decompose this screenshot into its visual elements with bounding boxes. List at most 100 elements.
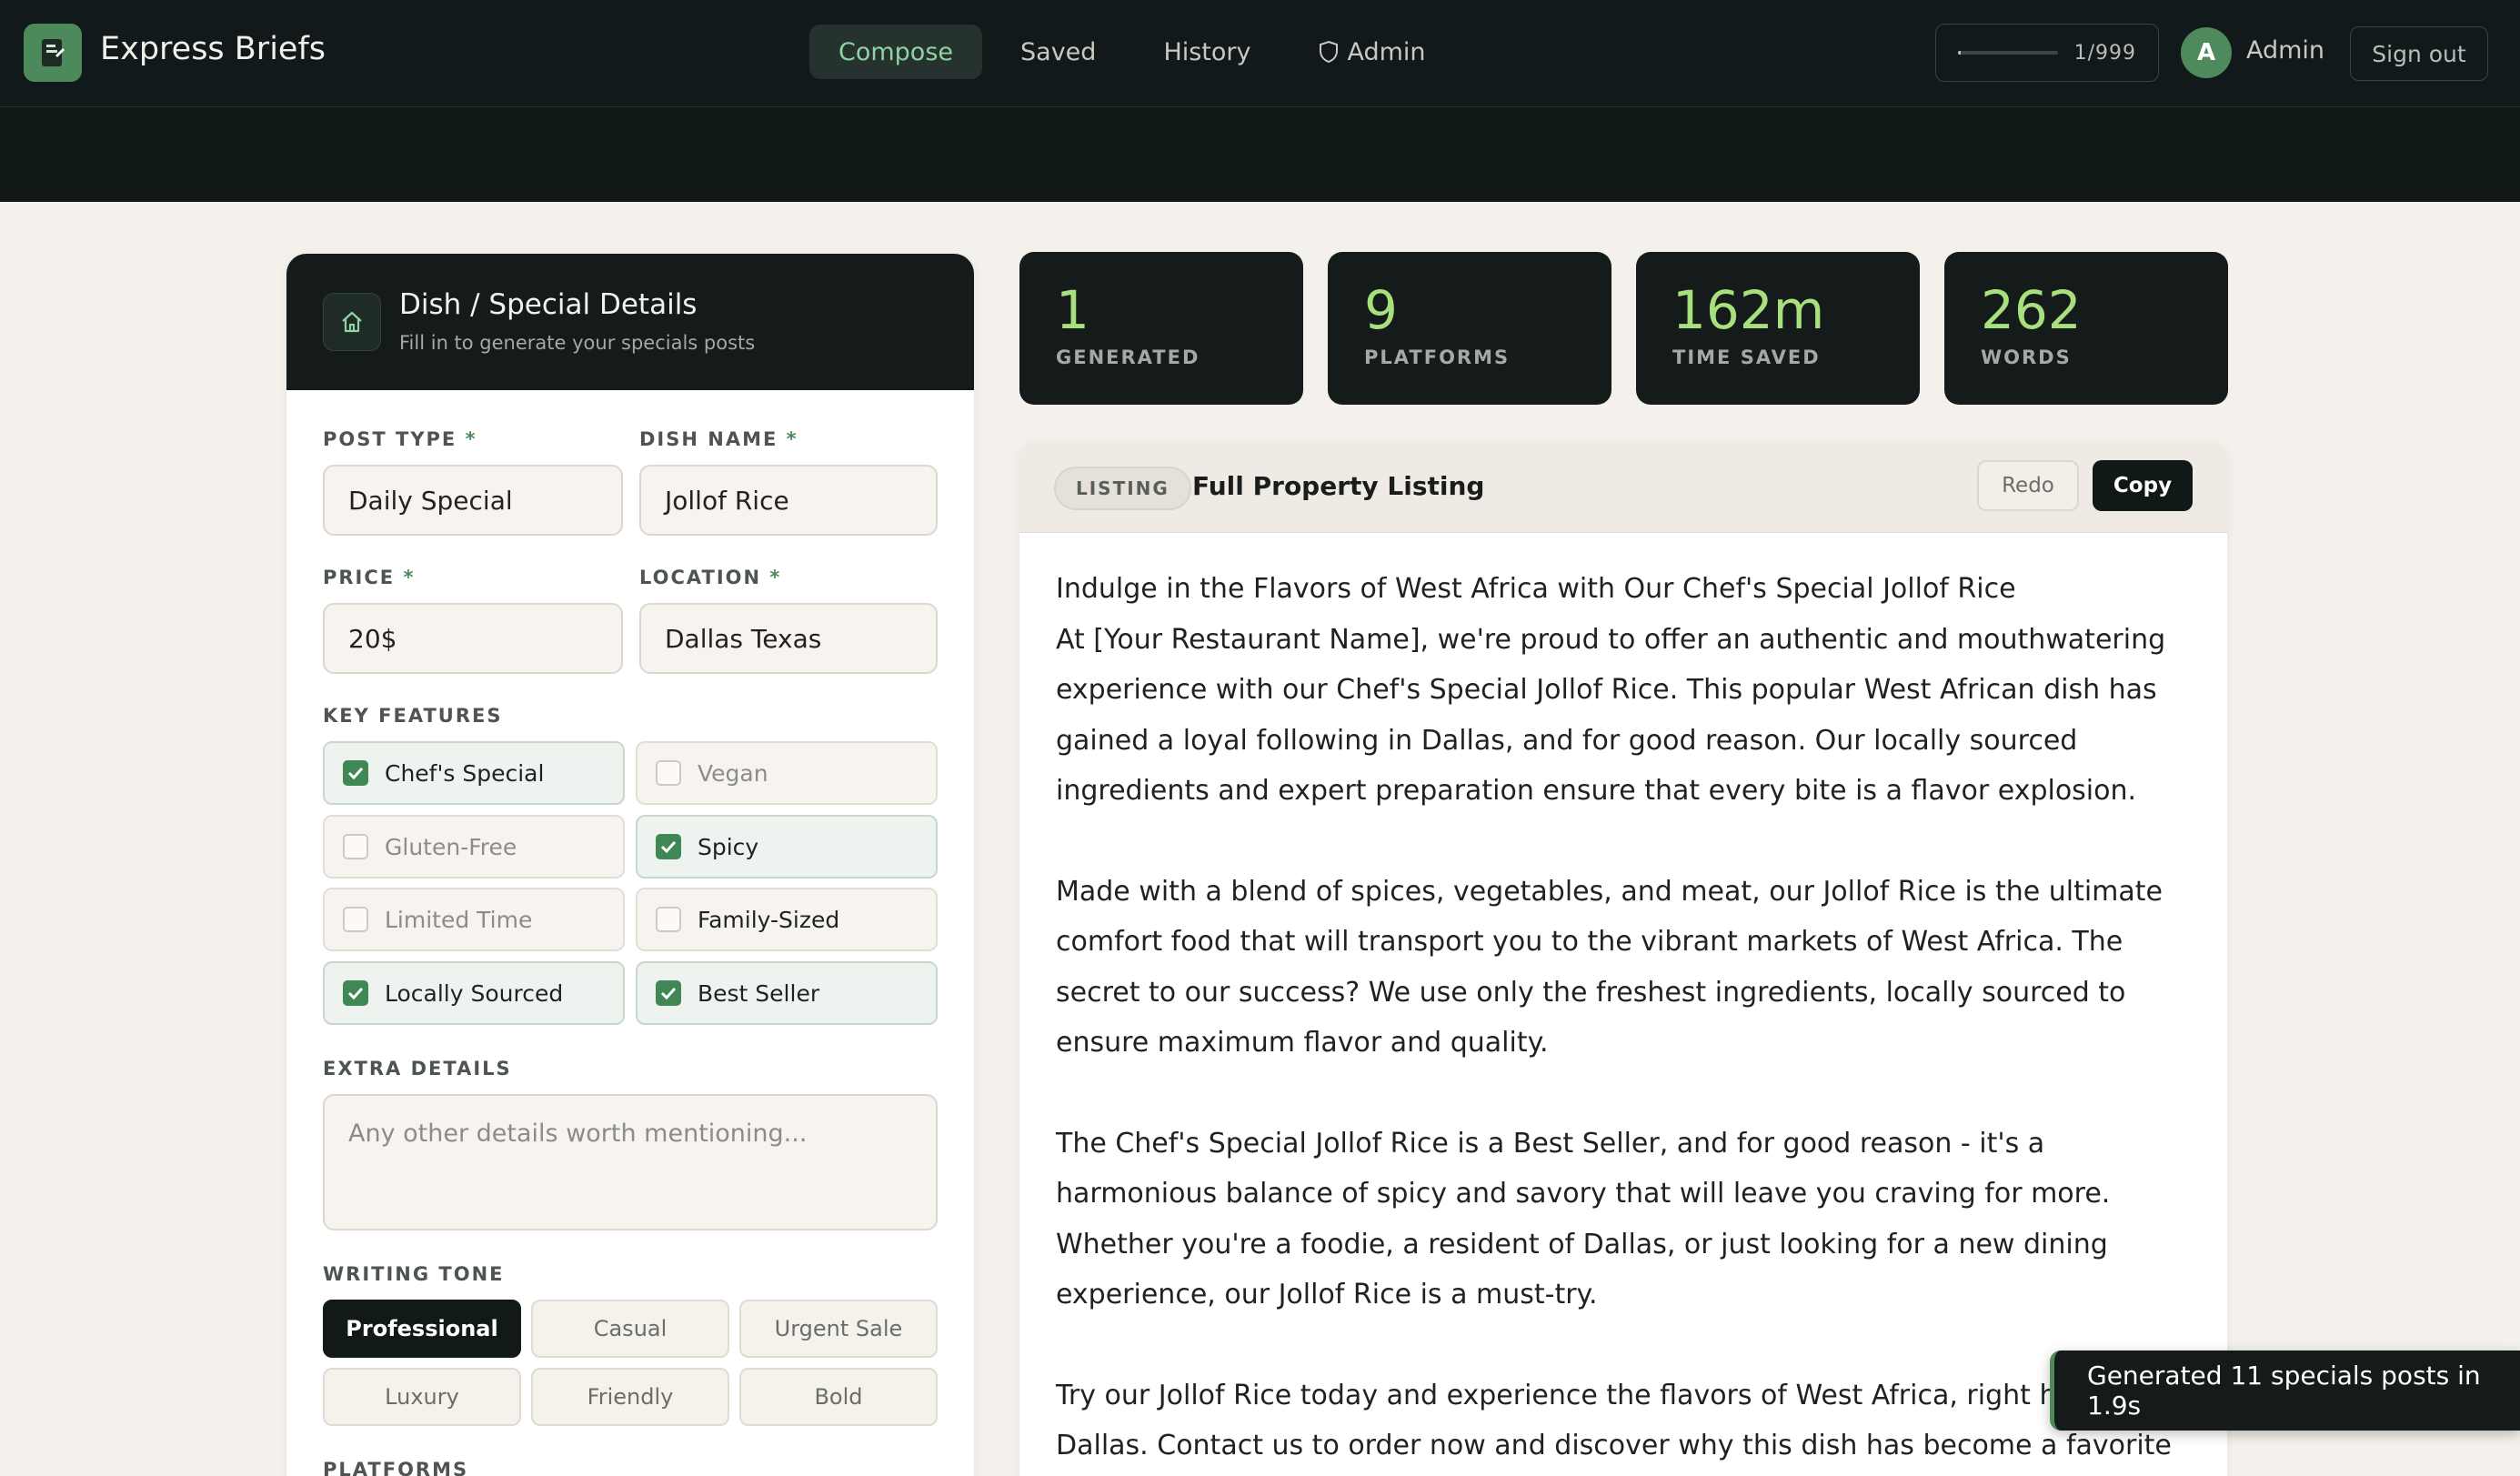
result-paragraph: Indulge in the Flavors of West Africa wi… bbox=[1056, 573, 2166, 807]
dish-details-form: Dish / Special Details Fill in to genera… bbox=[286, 254, 974, 1476]
tone-casual[interactable]: Casual bbox=[531, 1300, 729, 1358]
top-bar: Express Briefs Compose Saved History Adm… bbox=[0, 0, 2520, 107]
app-logo-icon[interactable] bbox=[24, 24, 82, 82]
location-input[interactable]: Dallas Texas bbox=[639, 603, 938, 674]
extra-details-label: EXTRA DETAILS bbox=[323, 1058, 512, 1079]
tone-luxury[interactable]: Luxury bbox=[323, 1368, 521, 1426]
stat-generated: 1 GENERATED bbox=[1019, 252, 1303, 405]
usage-progress-fill bbox=[1958, 51, 1962, 55]
label-text: LOCATION bbox=[639, 567, 762, 588]
location-label: LOCATION * bbox=[639, 567, 781, 588]
tab-admin[interactable]: Admin bbox=[1290, 25, 1455, 79]
result-text[interactable]: Indulge in the Flavors of West Africa wi… bbox=[1056, 564, 2193, 1476]
price-label: PRICE * bbox=[323, 567, 415, 588]
writing-tone-label: WRITING TONE bbox=[323, 1263, 505, 1285]
usage-count: 1/999 bbox=[2073, 41, 2136, 65]
extra-details-textarea[interactable]: Any other details worth mentioning... bbox=[323, 1094, 938, 1230]
feature-limited-time[interactable]: Limited Time bbox=[323, 888, 625, 951]
feature-family-sized[interactable]: Family-Sized bbox=[636, 888, 938, 951]
feature-best-seller[interactable]: Best Seller bbox=[636, 961, 938, 1025]
checkbox[interactable] bbox=[343, 980, 368, 1006]
platforms-label: PLATFORMS bbox=[323, 1459, 469, 1476]
checkbox[interactable] bbox=[656, 980, 681, 1006]
checkbox[interactable] bbox=[343, 760, 368, 786]
post-type-select[interactable]: Daily Special bbox=[323, 465, 623, 536]
required-mark: * bbox=[769, 567, 782, 588]
redo-button[interactable]: Redo bbox=[1977, 460, 2079, 511]
result-paragraph: Made with a blend of spices, vegetables,… bbox=[1056, 875, 2163, 1059]
result-paragraph: The Chef's Special Jollof Rice is a Best… bbox=[1056, 1127, 2111, 1311]
label-text: POST TYPE bbox=[323, 428, 457, 450]
stat-value: 1 bbox=[1056, 279, 1089, 341]
stat-words: 262 WORDS bbox=[1944, 252, 2228, 405]
tone-urgent-sale[interactable]: Urgent Sale bbox=[739, 1300, 938, 1358]
toast-notification: Generated 11 specials posts in 1.9s bbox=[2050, 1350, 2520, 1431]
check-icon bbox=[347, 767, 364, 779]
tone-bold[interactable]: Bold bbox=[739, 1368, 938, 1426]
checkbox[interactable] bbox=[656, 907, 681, 932]
feature-label: Limited Time bbox=[385, 906, 533, 933]
feature-label: Best Seller bbox=[698, 979, 820, 1007]
main-nav: Compose Saved History Admin bbox=[809, 25, 1455, 79]
stat-value: 262 bbox=[1981, 279, 2082, 341]
required-mark: * bbox=[465, 428, 477, 450]
copy-button[interactable]: Copy bbox=[2093, 460, 2193, 511]
tab-label: Admin bbox=[1347, 37, 1426, 66]
feature-gluten-free[interactable]: Gluten-Free bbox=[323, 815, 625, 879]
tone-friendly[interactable]: Friendly bbox=[531, 1368, 729, 1426]
feature-label: Vegan bbox=[698, 759, 768, 787]
check-icon bbox=[347, 987, 364, 999]
tab-history[interactable]: History bbox=[1134, 25, 1280, 79]
check-icon bbox=[660, 987, 677, 999]
stat-value: 9 bbox=[1364, 279, 1398, 341]
checkbox[interactable] bbox=[343, 834, 368, 859]
label-text: PRICE bbox=[323, 567, 396, 588]
dish-name-label: DISH NAME * bbox=[639, 428, 798, 450]
result-card: LISTING Full Property Listing Redo Copy … bbox=[1019, 442, 2227, 1476]
stat-value: 162m bbox=[1672, 279, 1825, 341]
checkbox[interactable] bbox=[656, 760, 681, 786]
feature-label: Spicy bbox=[698, 833, 759, 860]
check-icon bbox=[660, 840, 677, 853]
feature-label: Chef's Special bbox=[385, 759, 545, 787]
post-type-label: POST TYPE * bbox=[323, 428, 477, 450]
stat-platforms: 9 PLATFORMS bbox=[1328, 252, 1611, 405]
stat-label: TIME SAVED bbox=[1672, 346, 1821, 368]
label-text: DISH NAME bbox=[639, 428, 778, 450]
stat-label: GENERATED bbox=[1056, 346, 1200, 368]
tab-label: Compose bbox=[838, 37, 954, 66]
required-mark: * bbox=[786, 428, 798, 450]
stat-label: PLATFORMS bbox=[1364, 346, 1511, 368]
tab-compose[interactable]: Compose bbox=[809, 25, 983, 79]
key-features-label: KEY FEATURES bbox=[323, 705, 503, 727]
stat-label: WORDS bbox=[1981, 346, 2072, 368]
price-input[interactable]: 20$ bbox=[323, 603, 623, 674]
dish-name-input[interactable]: Jollof Rice bbox=[639, 465, 938, 536]
tab-saved[interactable]: Saved bbox=[991, 25, 1125, 79]
feature-spicy[interactable]: Spicy bbox=[636, 815, 938, 879]
feature-vegan[interactable]: Vegan bbox=[636, 741, 938, 805]
header-banner bbox=[0, 107, 2520, 202]
feature-label: Family-Sized bbox=[698, 906, 840, 933]
form-subtitle: Fill in to generate your specials posts bbox=[399, 332, 756, 354]
result-header: LISTING Full Property Listing Redo Copy bbox=[1019, 442, 2227, 533]
sign-out-button[interactable]: Sign out bbox=[2350, 26, 2488, 81]
tone-professional[interactable]: Professional bbox=[323, 1300, 521, 1358]
app-title[interactable]: Express Briefs bbox=[100, 31, 326, 67]
required-mark: * bbox=[403, 567, 416, 588]
feature-locally-sourced[interactable]: Locally Sourced bbox=[323, 961, 625, 1025]
result-paragraph: Try our Jollof Rice today and experience… bbox=[1056, 1379, 2172, 1462]
shield-icon bbox=[1319, 40, 1338, 64]
checkbox[interactable] bbox=[656, 834, 681, 859]
form-header: Dish / Special Details Fill in to genera… bbox=[286, 254, 974, 390]
checkbox[interactable] bbox=[343, 907, 368, 932]
listing-badge: LISTING bbox=[1054, 467, 1191, 510]
tab-label: History bbox=[1163, 37, 1251, 66]
tab-label: Saved bbox=[1020, 37, 1097, 66]
feature-chefs-special[interactable]: Chef's Special bbox=[323, 741, 625, 805]
result-title: Full Property Listing bbox=[1192, 471, 1485, 501]
form-title: Dish / Special Details bbox=[399, 288, 698, 321]
usage-progress-bar bbox=[1958, 51, 2058, 55]
avatar[interactable]: A bbox=[2181, 27, 2232, 78]
feature-label: Locally Sourced bbox=[385, 979, 564, 1007]
